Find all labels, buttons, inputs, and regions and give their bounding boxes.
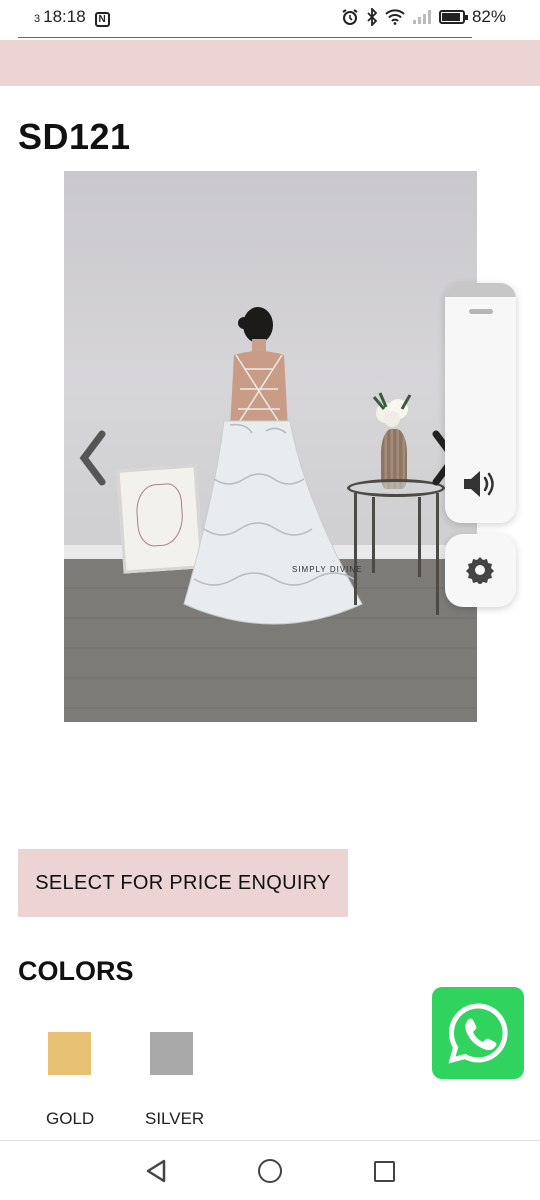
back-icon[interactable] xyxy=(144,1159,168,1183)
status-time: 18:18 xyxy=(43,7,86,26)
whatsapp-icon xyxy=(448,1003,508,1064)
table-leg xyxy=(436,493,439,615)
product-title: SD121 xyxy=(18,116,131,157)
panel-top-bar xyxy=(445,283,516,297)
battery-icon xyxy=(438,10,468,24)
whatsapp-button[interactable] xyxy=(432,987,524,1079)
home-icon[interactable] xyxy=(258,1159,282,1183)
product-image[interactable]: SIMPLY DIVINE xyxy=(64,171,477,722)
status-right: 82% xyxy=(341,7,506,27)
status-bar: 3 18:18 N 82% xyxy=(0,0,540,34)
image-watermark: SIMPLY DIVINE xyxy=(292,565,363,574)
system-nav-bar xyxy=(0,1140,540,1200)
sim-indicator: 3 xyxy=(34,13,41,25)
color-label-gold: GOLD xyxy=(46,1109,95,1128)
dress-figure xyxy=(183,307,363,625)
header-band xyxy=(0,40,540,86)
nfc-icon: N xyxy=(94,12,110,27)
status-divider xyxy=(18,37,472,38)
volume-icon[interactable] xyxy=(462,469,498,499)
recents-icon[interactable] xyxy=(374,1161,395,1182)
flower-bouquet xyxy=(372,392,412,427)
panel-handle[interactable] xyxy=(469,309,493,314)
battery-percent: 82% xyxy=(471,7,506,26)
wifi-icon xyxy=(385,9,405,25)
table-leg xyxy=(354,493,357,605)
color-label-silver: SILVER xyxy=(145,1109,205,1128)
color-swatch-silver[interactable] xyxy=(150,1032,193,1075)
table-leg xyxy=(372,497,375,573)
table-leg xyxy=(418,497,421,577)
price-enquiry-button[interactable]: SELECT FOR PRICE ENQUIRY xyxy=(18,849,348,917)
alarm-icon xyxy=(342,9,358,25)
colors-heading: COLORS xyxy=(18,956,134,986)
settings-button[interactable] xyxy=(445,534,516,607)
status-left: 3 18:18 N xyxy=(34,7,110,27)
chevron-left-icon[interactable] xyxy=(78,430,108,486)
floating-volume-panel[interactable] xyxy=(445,283,516,523)
bluetooth-icon xyxy=(367,8,378,26)
color-swatch-gold[interactable] xyxy=(48,1032,91,1075)
signal-icon xyxy=(412,10,431,24)
gear-icon xyxy=(466,557,494,584)
